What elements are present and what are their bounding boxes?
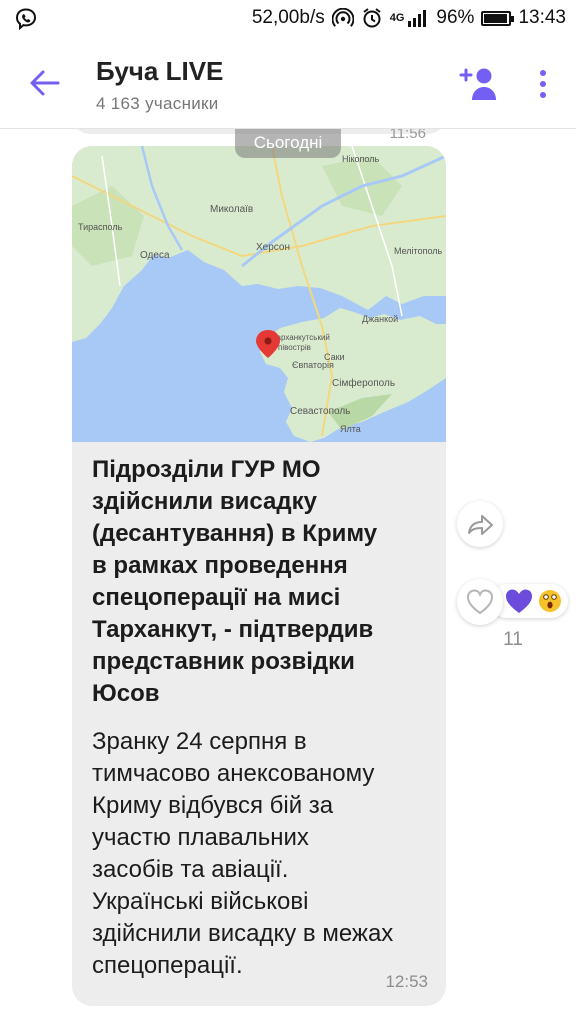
share-button[interactable] xyxy=(457,501,503,547)
battery-percent: 96% xyxy=(436,7,475,28)
chat-header: Буча LIVE 4 163 учасники xyxy=(0,38,576,129)
body-line: Криму відбувся бій за xyxy=(92,792,334,819)
back-arrow-icon[interactable] xyxy=(22,60,68,106)
heart-outline-icon xyxy=(466,589,494,615)
map-label-sevastopol: Севастополь xyxy=(290,406,350,417)
map-label-tiraspol: Тирасполь xyxy=(78,222,123,232)
message-headline: Підрозділи ГУР МО здійснили висадку (дес… xyxy=(92,454,432,710)
map-label-yalta: Ялта xyxy=(340,424,361,434)
share-arrow-icon xyxy=(468,515,493,535)
map-label-kherson: Херсон xyxy=(256,242,290,253)
body-line: тимчасово анексованому xyxy=(92,760,375,787)
map-label-nikopol: Нікополь xyxy=(342,154,379,164)
headline-line: спецоперації на мисі xyxy=(92,584,341,611)
battery-icon xyxy=(481,10,515,26)
map-label-tarkhankut-2: півострів xyxy=(278,343,311,352)
body-line: Зранку 24 серпня в xyxy=(92,728,307,755)
message-bubble[interactable]: Тирасполь Миколаїв Одеса Херсон Нікополь… xyxy=(72,146,446,1006)
reaction-count: 11 xyxy=(503,629,523,650)
battery-level xyxy=(484,13,508,23)
clock: 13:43 xyxy=(518,7,566,28)
message-time: 12:53 xyxy=(385,972,428,991)
like-button[interactable] xyxy=(457,579,503,625)
map-label-melitopol: Мелітополь xyxy=(394,246,443,256)
viber-notification-icon xyxy=(15,8,37,30)
astonished-face-icon xyxy=(539,590,561,612)
add-participant-icon[interactable] xyxy=(458,64,502,104)
map-label-odesa: Одеса xyxy=(140,250,170,261)
alarm-icon xyxy=(363,8,381,28)
map-label-dzhankoi: Джанкой xyxy=(362,314,398,324)
map-preview[interactable]: Тирасполь Миколаїв Одеса Херсон Нікополь… xyxy=(72,146,446,442)
status-bar: 52,00b/s 4G 96% 13:43 xyxy=(0,0,576,38)
headline-line: Юсов xyxy=(92,680,160,707)
map-label-mykolaiv: Миколаїв xyxy=(210,204,253,215)
headline-line: представник розвідки xyxy=(92,648,355,675)
participants-count[interactable]: 4 163 учасники xyxy=(96,94,219,114)
purple-heart-icon xyxy=(506,589,532,613)
map-label-simferopol: Сімферополь xyxy=(332,377,395,389)
body-line: здійснили висадку в межах xyxy=(92,920,394,947)
headline-line: (десантування) в Криму xyxy=(92,520,378,547)
headline-line: в рамках проведення xyxy=(92,552,348,579)
body-line: засобів та авіації. xyxy=(92,856,289,883)
chat-title[interactable]: Буча LIVE xyxy=(96,56,223,87)
date-separator: Сьогодні xyxy=(235,128,341,158)
headline-line: Тарханкут, - підтвердив xyxy=(92,616,374,643)
more-options-icon[interactable] xyxy=(528,66,558,102)
message-body: Зранку 24 серпня в тимчасово анексованом… xyxy=(92,726,437,982)
network-speed: 52,00b/s xyxy=(251,7,325,28)
map-label-tarkhankut-1: Тарханкутський xyxy=(272,333,330,342)
network-type: 4G xyxy=(389,12,405,24)
signal-icon xyxy=(408,10,427,27)
previous-message-time: 11:56 xyxy=(389,128,426,142)
body-line: Українські військові xyxy=(92,888,309,915)
chat-area[interactable]: 11:56 Сьогодні Тирасполь Миколаїв Одеса xyxy=(0,128,576,1024)
body-line: участю плавальних xyxy=(92,824,309,851)
map-label-yevpatoriia: Євпаторія xyxy=(292,360,334,370)
hotspot-icon xyxy=(331,8,354,27)
headline-line: Підрозділи ГУР МО xyxy=(92,456,321,483)
headline-line: здійснили висадку xyxy=(92,488,317,515)
